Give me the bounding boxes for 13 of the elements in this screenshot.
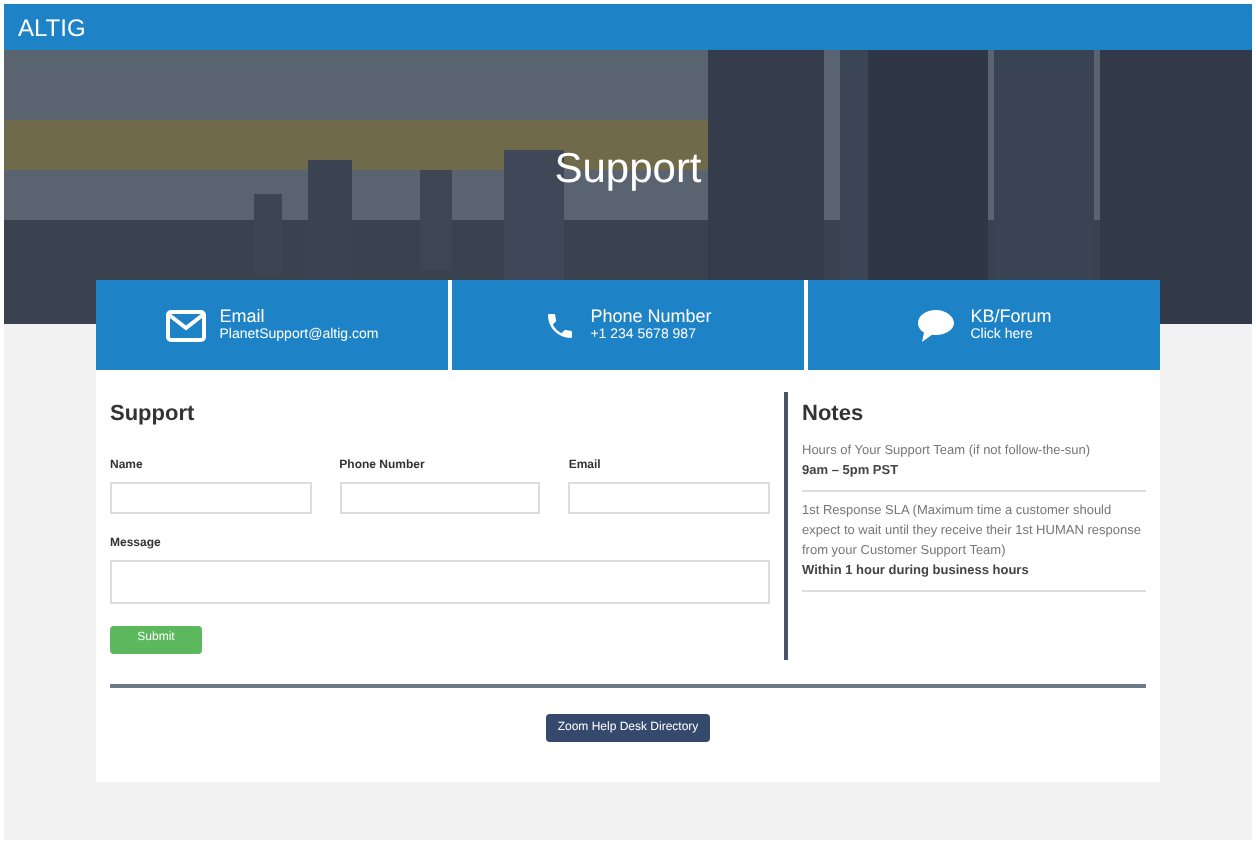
hero-title: Support (554, 144, 702, 196)
message-field[interactable] (110, 559, 770, 603)
input-field[interactable] (568, 481, 770, 513)
brand-name: ALTIG (18, 11, 86, 45)
envelope-icon (165, 309, 206, 341)
input-field[interactable] (110, 481, 312, 513)
notes-title: Notes (802, 400, 866, 430)
speech-bubble-icon (916, 307, 957, 343)
contact-title: Email (219, 305, 267, 327)
contact-title: KB/Forum (970, 305, 1052, 327)
contact-title: Phone Number (590, 305, 712, 328)
form-title: Support (110, 400, 197, 430)
input-field[interactable] (339, 481, 541, 513)
